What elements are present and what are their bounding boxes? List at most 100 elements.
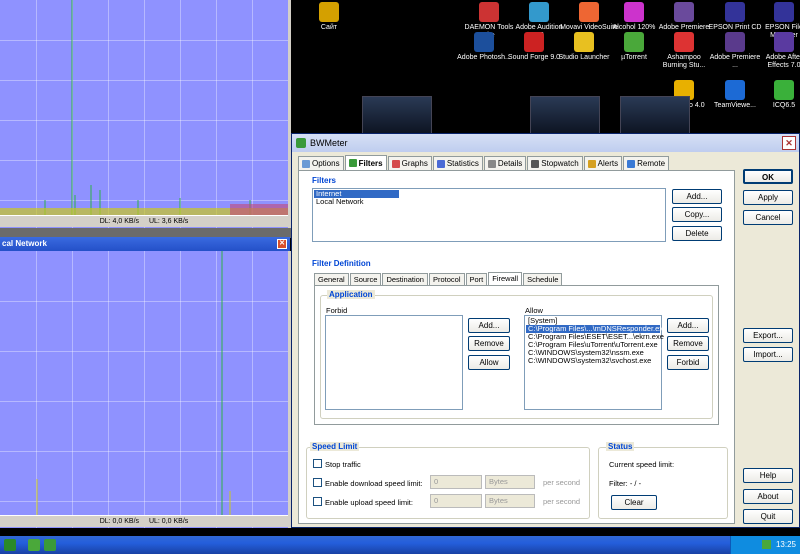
filter-status: Filter: - / - (609, 479, 642, 488)
filters-list[interactable]: Internet Local Network (312, 188, 666, 242)
bwmeter-taskbar-icon[interactable] (44, 539, 56, 551)
subtab-port[interactable]: Port (465, 273, 488, 285)
current-speed-limit: Current speed limit: (609, 460, 675, 469)
wallpaper-thumbnail (530, 96, 600, 136)
download-limit-input[interactable]: 0 (430, 475, 482, 489)
system-tray: 13:25 (730, 536, 800, 554)
upload-rate: UL: 0,0 KB/s (148, 518, 189, 525)
forbid-button[interactable]: Forbid (667, 355, 709, 370)
forbid-add-button[interactable]: Add... (468, 318, 510, 333)
tray-icon[interactable] (761, 540, 771, 550)
copy-filter-button[interactable]: Copy... (672, 207, 722, 222)
download-unit-select[interactable]: Bytes (485, 475, 535, 489)
subtab-protocol[interactable]: Protocol (428, 273, 465, 285)
subtab-destination[interactable]: Destination (382, 273, 428, 285)
traffic-graph-local (36, 251, 231, 515)
close-icon[interactable]: ✕ (277, 239, 287, 249)
allow-button[interactable]: Allow (468, 355, 510, 370)
desktop-icon-label: ICQ6.5 (772, 102, 796, 109)
tab-label: Alerts (597, 159, 619, 168)
forbid-list[interactable] (325, 315, 463, 410)
clear-button[interactable]: Clear (611, 495, 657, 510)
subtab-source[interactable]: Source (349, 273, 382, 285)
application-icon (774, 32, 794, 52)
export-button[interactable]: Export... (743, 328, 793, 343)
speed-limit-label: Speed Limit (310, 442, 360, 451)
tab-details[interactable]: Details (483, 156, 527, 170)
desktop-icon[interactable]: Adobe After Effects 7.0 (755, 32, 800, 70)
tab-graphs[interactable]: Graphs (387, 156, 432, 170)
upload-limit-checkbox[interactable] (313, 497, 322, 506)
desktop-icon[interactable]: Ashampoo Burning Stu... (655, 32, 713, 70)
add-filter-button[interactable]: Add... (672, 189, 722, 204)
desktop-icon[interactable]: ICQ6.5 (755, 80, 800, 110)
allow-list[interactable]: [System] C:\Program Files\...\mDNSRespond… (524, 315, 667, 410)
graph-window-title: cal Network (2, 239, 47, 248)
download-rate: DL: 4,0 KB/s (99, 218, 140, 225)
download-limit-checkbox[interactable] (313, 478, 322, 487)
tab-statistics[interactable]: Statistics (432, 156, 483, 170)
graph-window-title-bar[interactable]: cal Network ✕ (0, 237, 290, 251)
about-button[interactable]: About (743, 489, 793, 504)
window-title-bar[interactable]: BWMeter ✕ (292, 134, 799, 152)
application-icon (725, 32, 745, 52)
wallpaper-thumbnail (362, 96, 432, 136)
tab-stopwatch[interactable]: Stopwatch (527, 156, 583, 170)
filter-list-item[interactable]: Local Network (314, 198, 664, 206)
quick-launch-icon[interactable] (4, 539, 16, 551)
desktop-icon[interactable]: Сайт (300, 2, 358, 32)
tab-label: Details (497, 159, 523, 168)
traffic-graph-internet (0, 0, 288, 216)
allow-remove-button[interactable]: Remove (667, 336, 709, 351)
import-button[interactable]: Import... (743, 347, 793, 362)
tab-remote[interactable]: Remote (623, 156, 670, 170)
allow-add-button[interactable]: Add... (667, 318, 709, 333)
graph-status-bar: DL: 0,0 KB/s UL: 0,0 KB/s (0, 515, 288, 527)
application-icon (524, 32, 544, 52)
utorrent-taskbar-icon[interactable] (28, 539, 40, 551)
upload-limit-input[interactable]: 0 (430, 494, 482, 508)
application-icon (774, 80, 794, 100)
subtab-general[interactable]: General (314, 273, 349, 285)
filters-group-label: Filters (312, 176, 337, 185)
quit-button[interactable]: Quit (743, 509, 793, 524)
ok-button[interactable]: OK (743, 169, 793, 184)
download-rate: DL: 0,0 KB/s (99, 518, 140, 525)
application-icon (725, 80, 745, 100)
window-title: BWMeter (310, 138, 348, 148)
application-icon (529, 2, 549, 22)
bwmeter-window: BWMeter ✕ Options Filters Graphs Statistics… (291, 133, 800, 528)
graph-window-internet: DL: 4,0 KB/s UL: 3,6 KB/s (0, 0, 291, 228)
subtab-firewall[interactable]: Firewall (488, 272, 523, 285)
close-button[interactable]: ✕ (782, 136, 796, 150)
tab-filters[interactable]: Filters (344, 155, 387, 170)
help-button[interactable]: Help (743, 468, 793, 483)
tab-icon (531, 159, 540, 168)
application-icon (474, 32, 494, 52)
stop-traffic-checkbox[interactable] (313, 459, 322, 468)
allow-list-item[interactable]: C:\WINDOWS\system32\svchost.exe (526, 357, 660, 365)
application-icon (574, 32, 594, 52)
upload-limit-label: Enable upload speed limit: (325, 498, 413, 507)
subtab-schedule[interactable]: Schedule (523, 273, 563, 285)
tab-label: Stopwatch (541, 159, 579, 168)
desktop-icon-label: Ashampoo Burning Stu... (662, 54, 706, 69)
apply-button[interactable]: Apply (743, 190, 793, 205)
application-icon (674, 32, 694, 52)
tab-alerts[interactable]: Alerts (583, 156, 623, 170)
download-limit-label: Enable download speed limit: (325, 479, 423, 488)
graph-status-bar: DL: 4,0 KB/s UL: 3,6 KB/s (0, 215, 288, 227)
application-icon (624, 32, 644, 52)
tab-label: Options (312, 159, 340, 168)
taskbar: 13:25 (0, 536, 800, 554)
application-icon (674, 2, 694, 22)
tab-label: Filters (358, 158, 383, 168)
upload-per-second: per second (543, 497, 581, 506)
forbid-remove-button[interactable]: Remove (468, 336, 510, 351)
clock[interactable]: 13:25 (776, 540, 796, 549)
tab-options[interactable]: Options (298, 156, 344, 170)
tab-icon (587, 159, 596, 168)
delete-filter-button[interactable]: Delete (672, 226, 722, 241)
cancel-button[interactable]: Cancel (743, 210, 793, 225)
upload-unit-select[interactable]: Bytes (485, 494, 535, 508)
